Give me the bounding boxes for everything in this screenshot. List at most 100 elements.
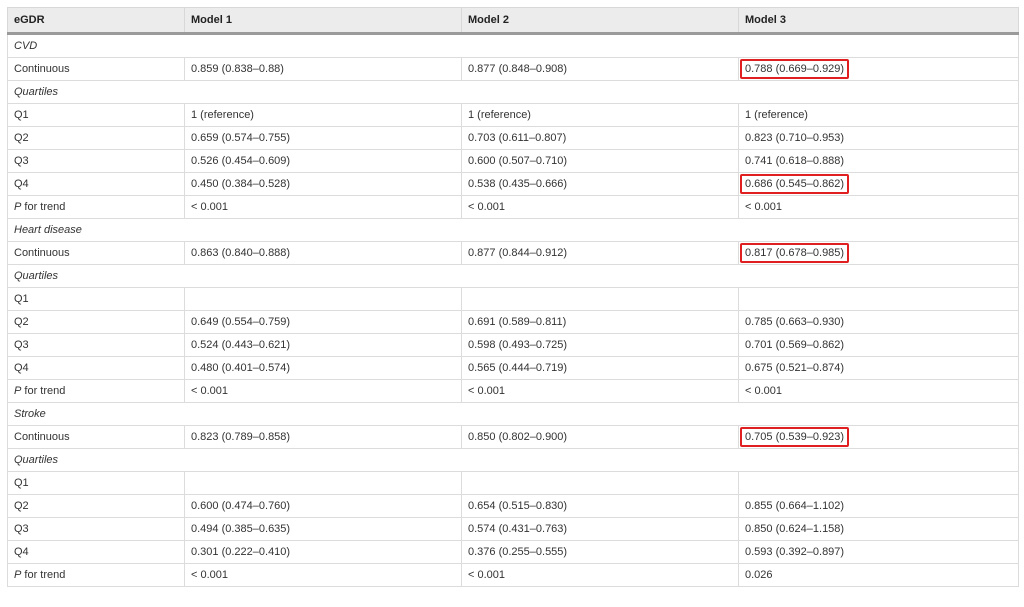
row-label: Q4 — [7, 356, 185, 380]
cell-model-1: < 0.001 — [184, 563, 462, 587]
cell-model-2: 1 (reference) — [461, 103, 739, 127]
cell-model-2: 0.877 (0.844–0.912) — [461, 241, 739, 265]
table-row: Q4 0.450 (0.384–0.528) 0.538 (0.435–0.66… — [7, 172, 1019, 196]
cell-model-3: 0.701 (0.569–0.862) — [738, 333, 1019, 357]
cell-model-1: < 0.001 — [184, 195, 462, 219]
cell-model-2: 0.850 (0.802–0.900) — [461, 425, 739, 449]
row-label: Q4 — [7, 540, 185, 564]
row-label: P for trend — [7, 195, 185, 219]
cell-model-2: 0.703 (0.611–0.807) — [461, 126, 739, 150]
cell-model-3: 0.741 (0.618–0.888) — [738, 149, 1019, 173]
cell-model-2: 0.376 (0.255–0.555) — [461, 540, 739, 564]
row-label: Q1 — [7, 103, 185, 127]
cell-model-3: 0.850 (0.624–1.158) — [738, 517, 1019, 541]
section-row-stroke: Stroke — [7, 402, 1019, 426]
cell-model-2: < 0.001 — [461, 379, 739, 403]
table-row: Q1 — [7, 287, 1019, 311]
section-row-heart-disease: Heart disease — [7, 218, 1019, 242]
cell-model-2: < 0.001 — [461, 563, 739, 587]
table-row: Q3 0.524 (0.443–0.621) 0.598 (0.493–0.72… — [7, 333, 1019, 357]
section-title-heart-disease: Heart disease — [7, 218, 1019, 242]
header-model-3: Model 3 — [738, 7, 1019, 35]
row-label: Q1 — [7, 287, 185, 311]
header-egdr: eGDR — [7, 7, 185, 35]
highlight-box: 0.817 (0.678–0.985) — [740, 243, 850, 263]
cell-model-3: 0.823 (0.710–0.953) — [738, 126, 1019, 150]
section-title-stroke: Stroke — [7, 402, 1019, 426]
cell-model-1: 0.859 (0.838–0.88) — [184, 57, 462, 81]
cell-model-1 — [184, 287, 462, 311]
cell-model-2: 0.600 (0.507–0.710) — [461, 149, 739, 173]
row-label: P for trend — [7, 563, 185, 587]
cell-model-2: 0.877 (0.848–0.908) — [461, 57, 739, 81]
cell-model-2: 0.691 (0.589–0.811) — [461, 310, 739, 334]
section-row-quartiles: Quartiles — [7, 80, 1019, 104]
quartiles-title: Quartiles — [7, 264, 1019, 288]
header-model-1: Model 1 — [184, 7, 462, 35]
row-label: Q4 — [7, 172, 185, 196]
cell-model-1: 0.649 (0.554–0.759) — [184, 310, 462, 334]
cell-model-1: < 0.001 — [184, 379, 462, 403]
section-row-cvd: CVD — [7, 33, 1019, 58]
cell-model-3: 0.026 — [738, 563, 1019, 587]
cell-model-3: 0.686 (0.545–0.862) — [738, 172, 1019, 196]
cell-model-1: 0.494 (0.385–0.635) — [184, 517, 462, 541]
cell-model-3: 0.705 (0.539–0.923) — [738, 425, 1019, 449]
cell-model-1: 0.450 (0.384–0.528) — [184, 172, 462, 196]
cell-model-3: 1 (reference) — [738, 103, 1019, 127]
table-row: Continuous 0.863 (0.840–0.888) 0.877 (0.… — [7, 241, 1019, 265]
section-row-quartiles: Quartiles — [7, 264, 1019, 288]
cell-model-1: 0.301 (0.222–0.410) — [184, 540, 462, 564]
cell-model-2 — [461, 287, 739, 311]
cell-model-3: < 0.001 — [738, 379, 1019, 403]
row-label: Q2 — [7, 494, 185, 518]
cell-model-3: 0.593 (0.392–0.897) — [738, 540, 1019, 564]
header-model-2: Model 2 — [461, 7, 739, 35]
trend-text: for trend — [21, 569, 66, 581]
table-row: Q4 0.480 (0.401–0.574) 0.565 (0.444–0.71… — [7, 356, 1019, 380]
cell-model-2: 0.574 (0.431–0.763) — [461, 517, 739, 541]
cell-model-3: 0.675 (0.521–0.874) — [738, 356, 1019, 380]
cell-model-1: 1 (reference) — [184, 103, 462, 127]
table-row: Q2 0.649 (0.554–0.759) 0.691 (0.589–0.81… — [7, 310, 1019, 334]
table-row: Q2 0.600 (0.474–0.760) 0.654 (0.515–0.83… — [7, 494, 1019, 518]
cell-model-3: 0.785 (0.663–0.930) — [738, 310, 1019, 334]
table-row: Q1 1 (reference) 1 (reference) 1 (refere… — [7, 103, 1019, 127]
cell-model-3: 0.817 (0.678–0.985) — [738, 241, 1019, 265]
section-row-quartiles: Quartiles — [7, 448, 1019, 472]
table-row: Q3 0.526 (0.454–0.609) 0.600 (0.507–0.71… — [7, 149, 1019, 173]
row-label: Q2 — [7, 126, 185, 150]
row-label: Q3 — [7, 149, 185, 173]
cell-model-2: 0.538 (0.435–0.666) — [461, 172, 739, 196]
row-label: Continuous — [7, 57, 185, 81]
highlight-box: 0.705 (0.539–0.923) — [740, 427, 850, 447]
row-label: Q1 — [7, 471, 185, 495]
cell-model-2: 0.654 (0.515–0.830) — [461, 494, 739, 518]
cell-model-3 — [738, 471, 1019, 495]
results-table-container: eGDR Model 1 Model 2 Model 3 CVD Continu… — [7, 7, 1019, 587]
highlight-box: 0.686 (0.545–0.862) — [740, 174, 850, 194]
table-row: Q4 0.301 (0.222–0.410) 0.376 (0.255–0.55… — [7, 540, 1019, 564]
row-label: Q3 — [7, 517, 185, 541]
quartiles-title: Quartiles — [7, 80, 1019, 104]
cell-model-1: 0.600 (0.474–0.760) — [184, 494, 462, 518]
cell-model-1: 0.659 (0.574–0.755) — [184, 126, 462, 150]
cell-model-1: 0.863 (0.840–0.888) — [184, 241, 462, 265]
cell-model-2: < 0.001 — [461, 195, 739, 219]
cell-model-1: 0.526 (0.454–0.609) — [184, 149, 462, 173]
row-label: Q3 — [7, 333, 185, 357]
header-row: eGDR Model 1 Model 2 Model 3 — [7, 7, 1019, 35]
row-label: Continuous — [7, 241, 185, 265]
highlight-box: 0.788 (0.669–0.929) — [740, 59, 850, 79]
trend-text: for trend — [21, 201, 66, 213]
table-row: Continuous 0.859 (0.838–0.88) 0.877 (0.8… — [7, 57, 1019, 81]
row-label: Continuous — [7, 425, 185, 449]
table-row-trend: P for trend < 0.001 < 0.001 0.026 — [7, 563, 1019, 587]
cell-model-1: 0.524 (0.443–0.621) — [184, 333, 462, 357]
cell-model-2: 0.598 (0.493–0.725) — [461, 333, 739, 357]
cell-model-3 — [738, 287, 1019, 311]
cell-model-3: 0.788 (0.669–0.929) — [738, 57, 1019, 81]
cell-model-3: 0.855 (0.664–1.102) — [738, 494, 1019, 518]
row-label: Q2 — [7, 310, 185, 334]
cell-model-2: 0.565 (0.444–0.719) — [461, 356, 739, 380]
